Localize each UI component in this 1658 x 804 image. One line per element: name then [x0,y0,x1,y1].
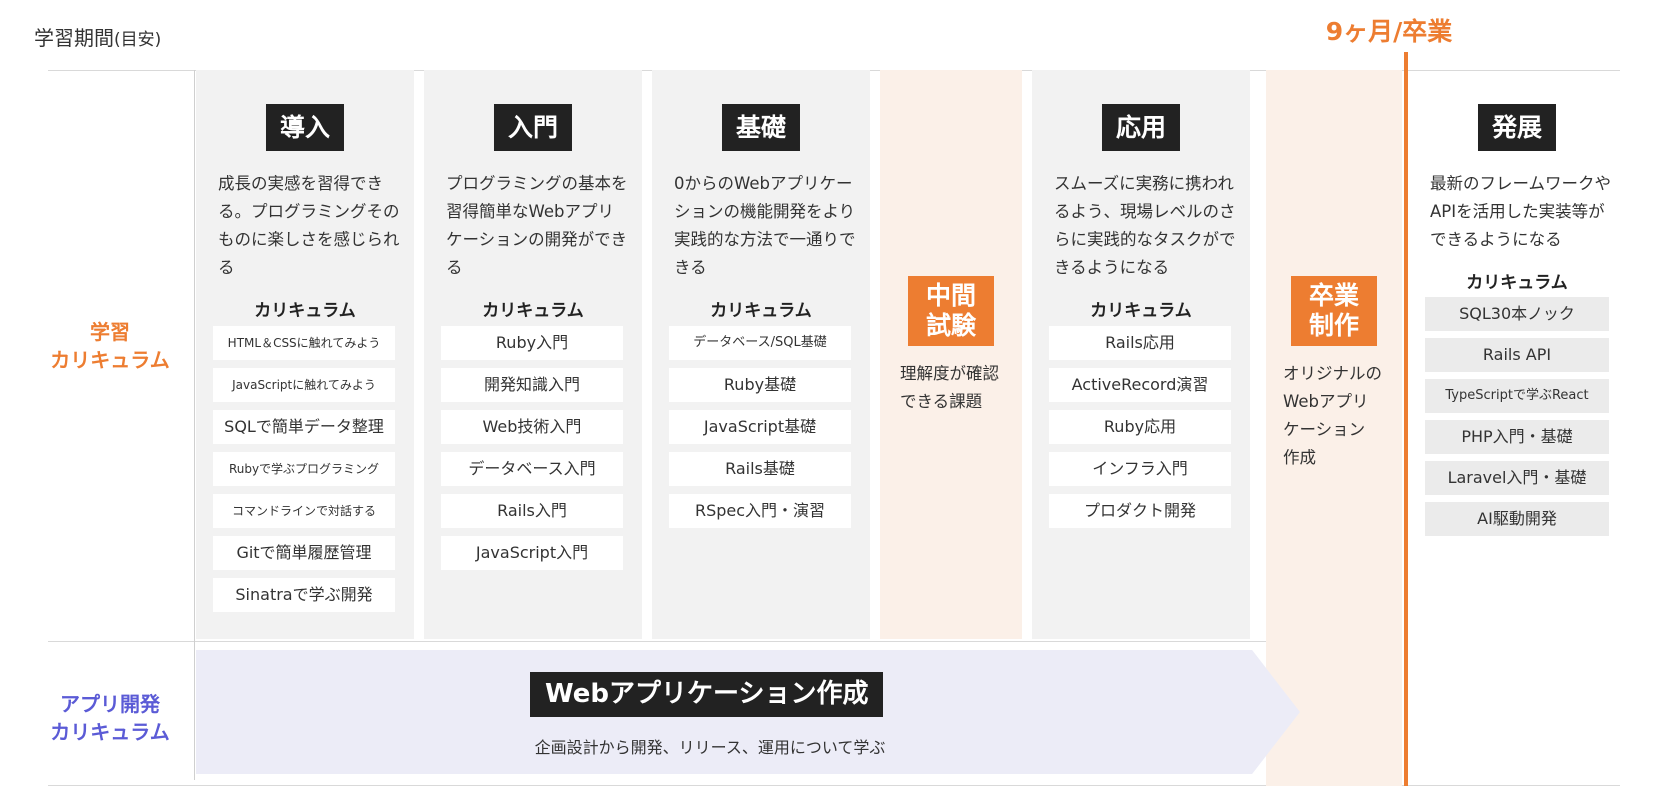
stage-description: スムーズに実務に携われるよう、現場レベルのさらに実践的なタスクができるようになる [1054,174,1236,277]
stage-title: 発展 [1477,104,1557,151]
stage-intro: 導入 成長の実感を習得できる。プログラミングそのものに楽しさを感じられる カリキ… [196,70,414,639]
curriculum-list: SQL30本ノック Rails API TypeScriptで学ぶReact P… [1425,297,1609,543]
curriculum-heading: カリキュラム [254,301,356,321]
curriculum-item: インフラ入門 [1049,452,1231,486]
curriculum-item: Rails応用 [1049,326,1231,360]
graduation-project-title-line1: 卒業 [1308,281,1359,310]
curriculum-heading: カリキュラム [1090,301,1192,321]
stage-title: 応用 [1101,104,1181,151]
curriculum-item: JavaScript基礎 [669,410,851,444]
stage-description: 0からのWebアプリケーションの機能開発をより実践的な方法で一通りできる [674,174,856,277]
curriculum-list: HTML＆CSSに触れてみよう JavaScriptに触れてみよう SQLで簡単… [213,326,395,620]
curriculum-item: AI駆動開発 [1425,502,1609,536]
stage-applied: 応用 スムーズに実務に携われるよう、現場レベルのさらに実践的なタスクができるよう… [1032,70,1250,639]
row-label-study-line1: 学習 [90,320,130,344]
curriculum-item: コマンドラインで対話する [213,494,395,528]
curriculum-item: データベース/SQL基礎 [669,326,851,360]
curriculum-item: TypeScriptで学ぶReact [1425,379,1609,413]
curriculum-item: Laravel入門・基礎 [1425,461,1609,495]
graduation-project-desc-line3: ケーション [1283,420,1366,439]
row-label-app-line2: カリキュラム [50,720,170,744]
stage-title: 導入 [265,104,345,151]
midterm-exam-description: 理解度が確認 できる課題 [900,360,999,416]
arrow-tip-shape [1248,650,1300,774]
curriculum-item: JavaScriptに触れてみよう [213,368,395,402]
curriculum-item: Ruby応用 [1049,410,1231,444]
midterm-exam-title-line1: 中間 [925,281,976,310]
curriculum-item: 開発知識入門 [441,368,623,402]
curriculum-list: データベース/SQL基礎 Ruby基礎 JavaScript基礎 Rails基礎… [669,326,851,536]
row-label-study-line2: カリキュラム [50,348,170,372]
graduation-project-title-line2: 制作 [1308,311,1359,340]
curriculum-item: Ruby入門 [441,326,623,360]
curriculum-item: Rails入門 [441,494,623,528]
midterm-exam-desc-line2: できる課題 [900,392,983,411]
curriculum-heading: カリキュラム [1466,273,1568,293]
curriculum-item: PHP入門・基礎 [1425,420,1609,454]
stage-description: プログラミングの基本を習得簡単なWebアプリケーションの開発ができる [446,174,628,277]
arrow-tip [1248,650,1300,774]
curriculum-item: Ruby基礎 [669,368,851,402]
stage-title: 基礎 [721,104,801,151]
curriculum-item: Rubyで学ぶプログラミング [213,452,395,486]
graduation-project-title: 卒業 制作 [1291,276,1377,346]
stage-advanced: 発展 最新のフレームワークやAPIを活用した実装等ができるようになる カリキュラ… [1414,70,1620,639]
app-dev-description: 企画設計から開発、リリース、運用について学ぶ [534,738,886,757]
row-divider [48,641,1266,642]
graduation-project-desc-line1: オリジナルの [1283,364,1382,383]
period-label-text: 学習期間 [34,26,114,50]
graduation-project-description: オリジナルの Webアプリ ケーション 作成 [1283,360,1382,472]
stage-midterm-exam: 中間 試験 理解度が確認 できる課題 [880,70,1022,639]
midterm-exam-title: 中間 試験 [908,276,994,346]
row-label-study-curriculum: 学習 カリキュラム [40,318,180,374]
app-dev-title: Webアプリケーション作成 [530,672,884,717]
curriculum-item: データベース入門 [441,452,623,486]
curriculum-item: プロダクト開発 [1049,494,1231,528]
row-label-app-curriculum: アプリ開発 カリキュラム [40,690,180,746]
period-label-sub: (目安) [114,30,162,50]
curriculum-heading: カリキュラム [482,301,584,321]
curriculum-list: Rails応用 ActiveRecord演習 Ruby応用 インフラ入門 プロダ… [1049,326,1231,536]
stage-description: 最新のフレームワークやAPIを活用した実装等ができるようになる [1430,174,1612,249]
midterm-exam-title-line2: 試験 [925,311,976,340]
stage-title: 入門 [493,104,573,151]
row-label-app-line1: アプリ開発 [60,692,160,716]
curriculum-item: Rails API [1425,338,1609,372]
curriculum-list: Ruby入門 開発知識入門 Web技術入門 データベース入門 Rails入門 J… [441,326,623,578]
curriculum-item: SQL30本ノック [1425,297,1609,331]
stage-description: 成長の実感を習得できる。プログラミングそのものに楽しさを感じられる [218,174,400,277]
curriculum-item: Sinatraで学ぶ開発 [213,578,395,612]
label-column-divider [194,70,195,780]
curriculum-heading: カリキュラム [710,301,812,321]
graduation-project-desc-line4: 作成 [1283,448,1316,467]
midterm-exam-desc-line1: 理解度が確認 [900,364,999,383]
period-label: 学習期間(目安) [34,22,161,51]
graduation-label: 9ヶ月/卒業 [1325,17,1453,46]
stage-basics: 基礎 0からのWebアプリケーションの機能開発をより実践的な方法で一通りできる … [652,70,870,639]
curriculum-item: ActiveRecord演習 [1049,368,1231,402]
curriculum-item: Web技術入門 [441,410,623,444]
graduation-timeline-marker [1404,52,1408,786]
curriculum-item: RSpec入門・演習 [669,494,851,528]
graduation-project-desc-line2: Webアプリ [1283,392,1369,411]
curriculum-item: SQLで簡単データ整理 [213,410,395,444]
curriculum-item: Gitで簡単履歴管理 [213,536,395,570]
curriculum-item: HTML＆CSSに触れてみよう [213,326,395,360]
curriculum-item: Rails基礎 [669,452,851,486]
stage-beginner: 入門 プログラミングの基本を習得簡単なWebアプリケーションの開発ができる カリ… [424,70,642,639]
curriculum-item: JavaScript入門 [441,536,623,570]
